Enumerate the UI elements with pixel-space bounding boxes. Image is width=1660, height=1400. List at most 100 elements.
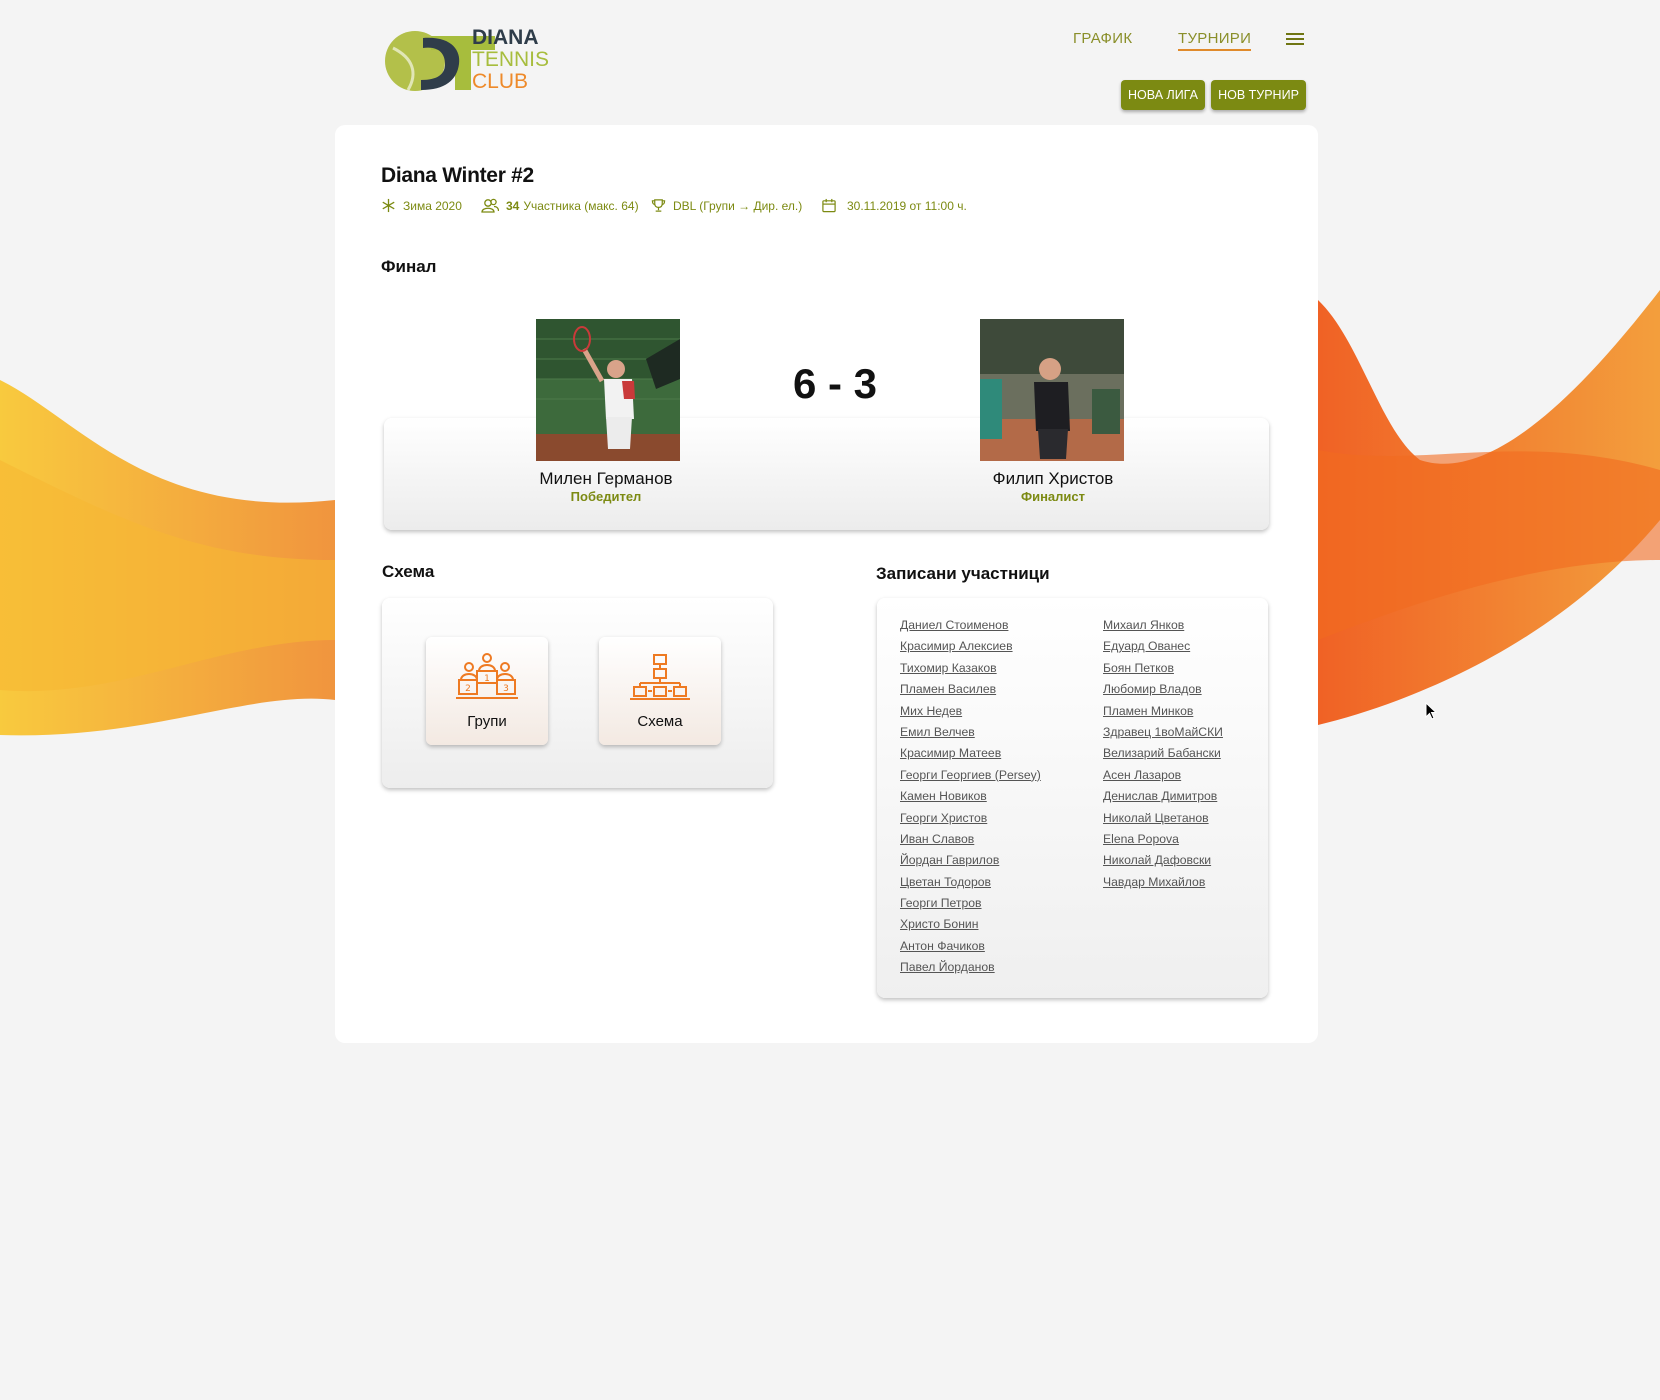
tournament-title: Diana Winter #2	[381, 164, 534, 187]
season-meta: Зима 2020	[381, 198, 462, 213]
groups-tile-button[interactable]: 1 2 3 Групи	[426, 637, 548, 745]
participant-link[interactable]: Красимир Алексиев	[900, 639, 1013, 653]
participant-item: Емил Велчев	[900, 725, 1041, 746]
participant-item: Георги Петров	[900, 896, 1041, 917]
participant-item: Любомир Владов	[1103, 682, 1223, 703]
participant-item: Красимир Алексиев	[900, 639, 1041, 660]
participant-item: Elena Popova	[1103, 832, 1223, 853]
participant-link[interactable]: Тихомир Казаков	[900, 661, 997, 675]
participants-heading: Записани участници	[876, 564, 1050, 583]
participant-item: Денислав Димитров	[1103, 789, 1223, 810]
bracket-tile-label: Схема	[637, 713, 683, 730]
participant-link[interactable]: Пламен Минков	[1103, 704, 1193, 718]
participant-link[interactable]: Георги Христов	[900, 811, 987, 825]
groups-podium-icon: 1 2 3	[456, 653, 518, 699]
finalist-photo	[980, 319, 1124, 461]
participant-link[interactable]: Даниел Стоименов	[900, 618, 1008, 632]
participant-link[interactable]: Иван Славов	[900, 832, 974, 846]
participant-item: Пламен Василев	[900, 682, 1041, 703]
participants-list-col1: Даниел Стоименов Красимир Алексиев Тихомир…	[900, 618, 1041, 982]
finalist-role: Финалист	[1020, 489, 1086, 504]
participant-link[interactable]: Велизарий Бабански	[1103, 746, 1221, 760]
participant-link[interactable]: Николай Дафовски	[1103, 853, 1211, 867]
participant-item: Красимир Матеев	[900, 746, 1041, 767]
participant-link[interactable]: Антон Фачиков	[900, 939, 985, 953]
participant-item: Чавдар Михайлов	[1103, 875, 1223, 896]
calendar-icon	[822, 198, 836, 213]
final-heading: Финал	[381, 257, 437, 276]
brand-wordmark: DIANA TENNIS CLUB	[472, 27, 549, 93]
participants-count: 34	[506, 198, 520, 213]
nav-schedule-link[interactable]: ГРАФИК	[1073, 30, 1132, 47]
participant-item: Христо Бонин	[900, 917, 1041, 938]
nav-tournaments-link[interactable]: ТУРНИРИ	[1178, 30, 1252, 51]
hamburger-menu-icon[interactable]	[1286, 33, 1304, 47]
participant-item: Георги Георгиев (Persey)	[900, 768, 1041, 789]
participant-item: Боян Петков	[1103, 661, 1223, 682]
new-tournament-button[interactable]: НОВ ТУРНИР	[1211, 80, 1306, 110]
mouse-pointer-icon	[1425, 702, 1437, 720]
participant-item: Павел Йорданов	[900, 960, 1041, 981]
participant-item: Цветан Тодоров	[900, 875, 1041, 896]
schema-heading: Схема	[382, 562, 435, 581]
participants-meta: 34 Участника (макс. 64)	[481, 198, 639, 213]
winner-role: Победител	[570, 489, 642, 504]
participant-link[interactable]: Цветан Тодоров	[900, 875, 991, 889]
format-text: DBL (Групи → Дир. ел.)	[673, 198, 803, 213]
participant-link[interactable]: Емил Велчев	[900, 725, 975, 739]
participant-item: Николай Дафовски	[1103, 853, 1223, 874]
participant-link[interactable]: Elena Popova	[1103, 832, 1179, 846]
brand-line-3: CLUB	[472, 70, 529, 93]
participant-item: Пламен Минков	[1103, 704, 1223, 725]
participant-item: Йордан Гаврилов	[900, 853, 1041, 874]
participant-link[interactable]: Йордан Гаврилов	[900, 853, 999, 867]
participant-item: Даниел Стоименов	[900, 618, 1041, 639]
participant-link[interactable]: Пламен Василев	[900, 682, 996, 696]
participant-link[interactable]: Чавдар Михайлов	[1103, 875, 1205, 889]
participant-item: Мих Недев	[900, 704, 1041, 725]
trophy-icon	[651, 199, 666, 212]
participant-link[interactable]: Боян Петков	[1103, 661, 1174, 675]
participant-link[interactable]: Георги Георгиев (Persey)	[900, 768, 1041, 782]
participant-item: Георги Христов	[900, 811, 1041, 832]
participant-link[interactable]: Камен Новиков	[900, 789, 987, 803]
brand-line-2: TENNIS	[472, 48, 550, 71]
participant-link[interactable]: Любомир Владов	[1103, 682, 1202, 696]
participant-item: Едуард Ованес	[1103, 639, 1223, 660]
participant-item: Велизарий Бабански	[1103, 746, 1223, 767]
bracket-tree-icon	[630, 654, 690, 700]
participant-item: Асен Лазаров	[1103, 768, 1223, 789]
date-text: 30.11.2019 от 11:00 ч.	[847, 198, 967, 213]
participants-list-col2: Михаил Янков Едуард Ованес Боян Петков Любо…	[1103, 618, 1223, 896]
participant-link[interactable]: Мих Недев	[900, 704, 962, 718]
participant-link[interactable]: Михаил Янков	[1103, 618, 1184, 632]
participant-item: Тихомир Казаков	[900, 661, 1041, 682]
finalist-name[interactable]: Филип Христов	[933, 469, 1173, 489]
snowflake-icon	[382, 198, 395, 213]
participant-item: Здравец 1воМайСКИ	[1103, 725, 1223, 746]
participant-link[interactable]: Христо Бонин	[900, 917, 978, 931]
participant-link[interactable]: Георги Петров	[900, 896, 982, 910]
users-icon	[481, 198, 499, 213]
winner-photo	[536, 319, 680, 461]
groups-tile-label: Групи	[467, 713, 507, 730]
season-text: Зима 2020	[403, 198, 462, 213]
svg-text:3: 3	[503, 684, 509, 694]
participant-link[interactable]: Николай Цветанов	[1103, 811, 1209, 825]
participants-label: Участника (макс. 64)	[523, 198, 639, 213]
participant-link[interactable]: Красимир Матеев	[900, 746, 1001, 760]
format-meta: DBL (Групи → Дир. ел.)	[651, 198, 802, 213]
participant-item: Антон Фачиков	[900, 939, 1041, 960]
participant-link[interactable]: Асен Лазаров	[1103, 768, 1181, 782]
date-meta: 30.11.2019 от 11:00 ч.	[821, 198, 967, 213]
new-league-button[interactable]: НОВА ЛИГА	[1121, 80, 1205, 110]
participant-link[interactable]: Павел Йорданов	[900, 960, 995, 974]
site-header: DIANA TENNIS CLUB ГРАФИК ТУРНИРИ НОВА ЛИ…	[0, 0, 1660, 120]
participant-link[interactable]: Денислав Димитров	[1103, 789, 1217, 803]
participant-link[interactable]: Едуард Ованес	[1103, 639, 1190, 653]
winner-name[interactable]: Милен Германов	[486, 469, 726, 489]
bracket-tile-button[interactable]: Схема	[599, 637, 721, 745]
svg-text:1: 1	[484, 674, 490, 684]
participant-link[interactable]: Здравец 1воМайСКИ	[1103, 725, 1223, 739]
participant-item: Камен Новиков	[900, 789, 1041, 810]
